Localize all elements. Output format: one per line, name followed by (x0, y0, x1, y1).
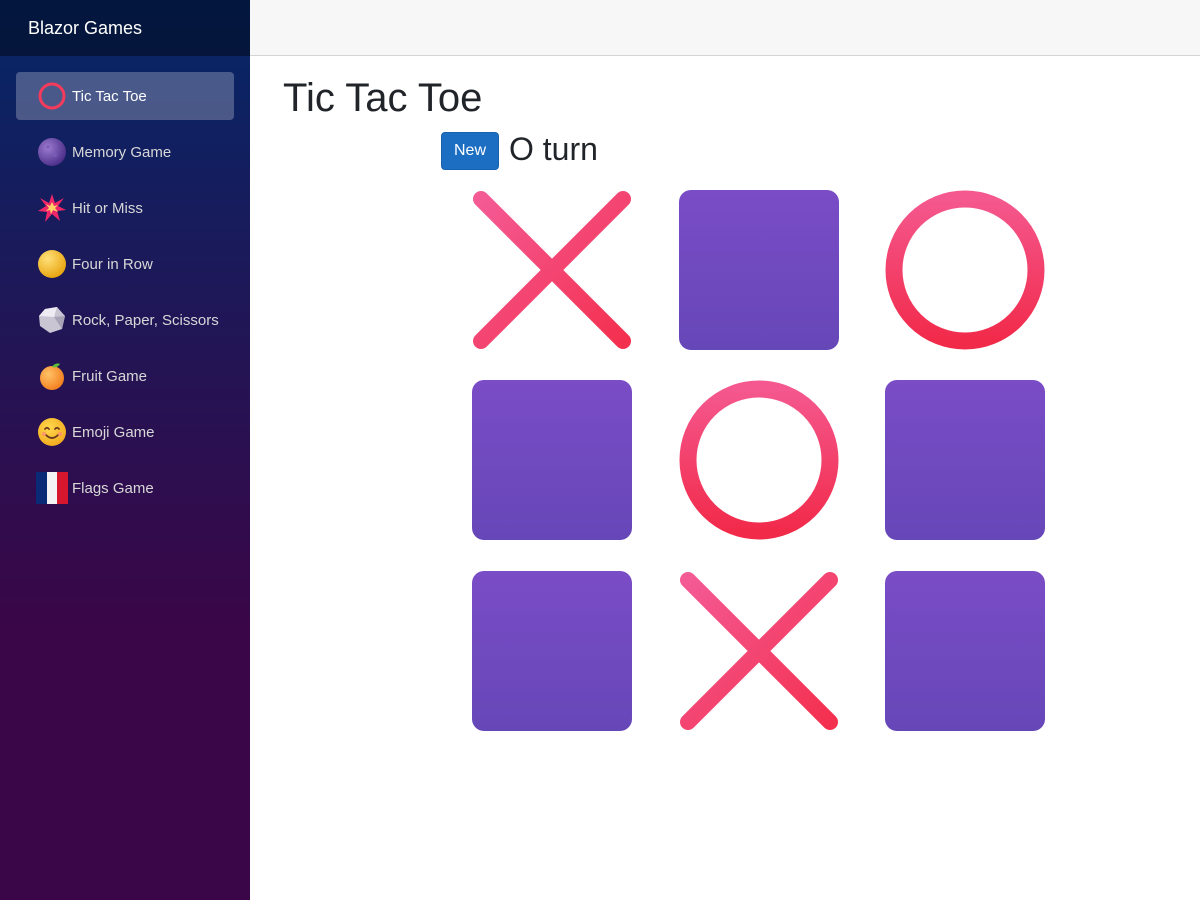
empty-tile-icon (885, 571, 1045, 731)
sidebar-item-fruit-game[interactable]: Fruit Game (16, 352, 234, 400)
board-cell-empty[interactable] (884, 379, 1046, 541)
x-mark-icon (473, 191, 631, 349)
collision-icon (36, 192, 68, 224)
empty-tile-icon (885, 380, 1045, 540)
empty-tile-icon (472, 571, 632, 731)
o-mark-icon (679, 380, 839, 540)
sidebar-item-label: Fruit Game (72, 367, 148, 385)
turn-status: O turn (509, 131, 598, 167)
board-cell-o-mark[interactable] (884, 189, 1046, 351)
o-mark-icon (885, 190, 1045, 350)
sidebar-item-memory-game[interactable]: Memory Game (16, 128, 234, 176)
nav-menu: Tic Tac Toe Memory Game Hit or Miss Four… (0, 56, 250, 512)
sidebar-item-flags-game[interactable]: Flags Game (16, 464, 234, 512)
sidebar: Blazor Games Tic Tac Toe Memory Game Hit… (0, 0, 250, 900)
top-row (250, 0, 1200, 56)
sidebar-item-four-in-row[interactable]: Four in Row (16, 240, 234, 288)
brand-link[interactable]: Blazor Games (28, 18, 142, 39)
board-cell-empty[interactable] (471, 379, 633, 541)
page-title: Tic Tac Toe (283, 76, 483, 120)
board-cell-empty[interactable] (471, 570, 633, 732)
sidebar-item-tic-tac-toe[interactable]: Tic Tac Toe (16, 72, 234, 120)
yellow-ball-icon (36, 248, 68, 280)
board-cell-empty[interactable] (678, 189, 840, 351)
sidebar-item-label: Hit or Miss (72, 199, 143, 217)
sidebar-item-label: Memory Game (72, 143, 172, 161)
main-content: Tic Tac Toe New O turn (250, 56, 1200, 900)
sidebar-item-emoji-game[interactable]: Emoji Game (16, 408, 234, 456)
sidebar-item-label: Four in Row (72, 255, 153, 273)
ring-icon (36, 80, 68, 112)
sidebar-item-label: Tic Tac Toe (72, 87, 147, 105)
empty-tile-icon (679, 190, 839, 350)
sidebar-item-hit-or-miss[interactable]: Hit or Miss (16, 184, 234, 232)
purple-ball-icon (36, 136, 68, 168)
empty-tile-icon (472, 380, 632, 540)
board-cell-o-mark[interactable] (678, 379, 840, 541)
sidebar-item-label: Rock, Paper, Scissors (72, 311, 219, 329)
tangerine-icon (36, 360, 68, 392)
smiling-face-icon (36, 416, 68, 448)
board-cell-x-mark[interactable] (471, 189, 633, 351)
x-mark-icon (680, 572, 838, 730)
board-cell-empty[interactable] (884, 570, 1046, 732)
france-flag-icon (36, 472, 68, 504)
sidebar-item-label: Flags Game (72, 479, 154, 497)
sidebar-item-label: Emoji Game (72, 423, 155, 441)
new-game-button[interactable]: New (441, 132, 499, 170)
brand-bar: Blazor Games (0, 0, 250, 56)
rock-icon (36, 304, 68, 336)
board-cell-x-mark[interactable] (678, 570, 840, 732)
sidebar-item-rock-paper-scissors[interactable]: Rock, Paper, Scissors (16, 296, 234, 344)
